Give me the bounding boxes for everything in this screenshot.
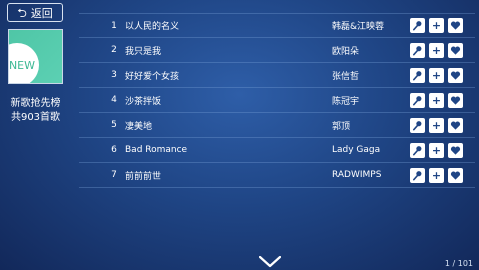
song-number: 5 (111, 120, 117, 130)
microphone-icon[interactable] (410, 117, 425, 133)
song-number: 7 (111, 170, 117, 180)
song-artist: Lady Gaga (332, 145, 381, 155)
heart-icon[interactable] (448, 117, 463, 133)
song-actions: + (410, 18, 463, 33)
song-number: 6 (111, 145, 117, 155)
song-title: 凄美地 (125, 121, 153, 132)
heart-icon[interactable] (448, 142, 463, 158)
plus-icon[interactable]: + (429, 167, 444, 183)
new-badge: NEW (9, 43, 39, 83)
page-indicator: 1 / 101 (444, 259, 473, 268)
microphone-icon[interactable] (410, 18, 425, 33)
song-actions: + (410, 67, 463, 83)
plus-icon[interactable]: + (429, 92, 444, 108)
song-row[interactable]: 5 凄美地 郭顶 + (79, 113, 475, 138)
song-list: 1 以人民的名义 韩磊&江映蓉 +2 我只是我 欧阳朵 +3 好好爱个女孩 张信哲 +4 沙茶拌饭 陈… (79, 13, 475, 188)
album-title: 新歌抢先榜 (10, 98, 61, 109)
song-artist: 韩磊&江映蓉 (332, 22, 385, 32)
song-row[interactable]: 2 我只是我 欧阳朵 + (79, 38, 475, 63)
song-artist: 张信哲 (332, 71, 360, 82)
song-number: 3 (111, 70, 117, 80)
song-row[interactable]: 6 Bad Romance Lady Gaga + (79, 138, 475, 163)
back-button[interactable]: ⮌ 返回 (7, 3, 63, 22)
song-row[interactable]: 4 沙茶拌饭 陈冠宇 + (79, 88, 475, 113)
song-actions: + (410, 117, 463, 133)
song-row[interactable]: 3 好好爱个女孩 张信哲 + (79, 63, 475, 88)
song-row[interactable]: 1 以人民的名义 韩磊&江映蓉 + (79, 13, 475, 38)
plus-icon[interactable]: + (429, 42, 444, 58)
plus-icon[interactable]: + (429, 18, 444, 33)
microphone-icon[interactable] (410, 142, 425, 158)
song-artist: 陈冠宇 (332, 96, 360, 107)
song-title: 我只是我 (125, 46, 162, 57)
plus-icon[interactable]: + (429, 117, 444, 133)
album-cover[interactable]: NEW (8, 29, 63, 84)
microphone-icon[interactable] (410, 67, 425, 83)
back-label: 返回 (30, 6, 53, 20)
microphone-icon[interactable] (410, 92, 425, 108)
heart-icon[interactable] (448, 167, 463, 183)
heart-icon[interactable] (448, 42, 463, 58)
song-artist: RADWIMPS (332, 170, 382, 180)
song-title: Bad Romance (125, 145, 188, 155)
song-actions: + (410, 142, 463, 158)
song-title: 好好爱个女孩 (125, 71, 180, 82)
heart-icon[interactable] (448, 18, 463, 33)
song-row[interactable]: 7 前前前世 RADWIMPS + (79, 163, 475, 188)
back-arrow-icon: ⮌ (17, 5, 27, 20)
plus-icon[interactable]: + (429, 67, 444, 83)
song-number: 2 (111, 45, 117, 55)
song-number: 1 (111, 20, 117, 31)
microphone-icon[interactable] (410, 167, 425, 183)
song-number: 4 (111, 95, 117, 105)
song-title: 前前前世 (125, 171, 162, 182)
microphone-icon[interactable] (410, 42, 425, 58)
heart-icon[interactable] (448, 67, 463, 83)
song-artist: 欧阳朵 (332, 46, 360, 57)
song-title: 以人民的名义 (125, 22, 180, 32)
album-song-count: 共903首歌 (10, 112, 61, 123)
song-artist: 郭顶 (332, 121, 351, 132)
song-actions: + (410, 42, 463, 58)
plus-icon[interactable]: + (429, 142, 444, 158)
song-title: 沙茶拌饭 (125, 96, 162, 107)
song-actions: + (410, 92, 463, 108)
song-actions: + (410, 167, 463, 183)
chevron-down-icon[interactable] (259, 256, 281, 268)
heart-icon[interactable] (448, 92, 463, 108)
